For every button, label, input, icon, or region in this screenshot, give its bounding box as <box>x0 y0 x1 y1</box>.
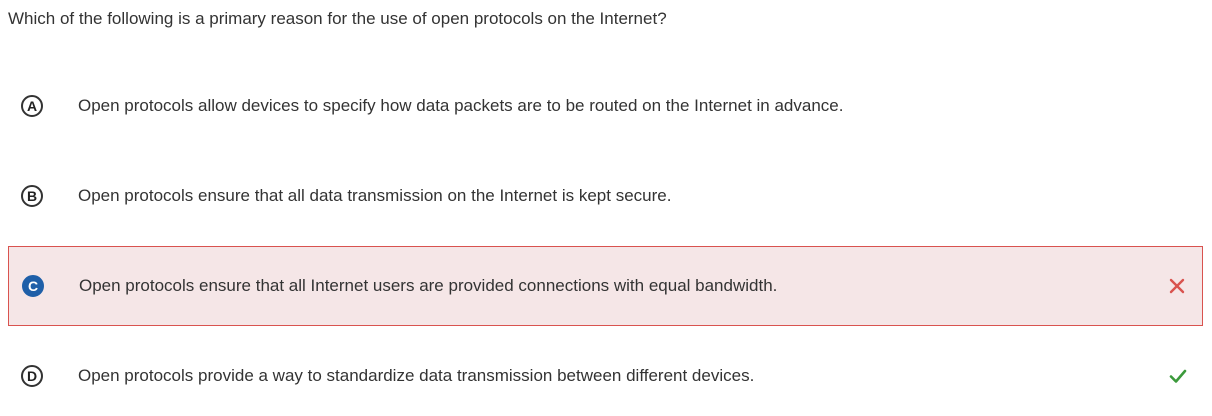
option-text: Open protocols ensure that all Internet … <box>79 276 778 295</box>
option-letter-badge: A <box>21 95 43 117</box>
option-text: Open protocols ensure that all data tran… <box>78 186 672 205</box>
option-letter-badge: C <box>22 275 44 297</box>
close-icon <box>1168 277 1186 295</box>
answer-option-a[interactable]: A Open protocols allow devices to specif… <box>8 66 1203 146</box>
answer-option-b[interactable]: B Open protocols ensure that all data tr… <box>8 156 1203 236</box>
check-icon <box>1169 367 1187 385</box>
option-letter-badge: B <box>21 185 43 207</box>
answer-option-c[interactable]: C Open protocols ensure that all Interne… <box>8 246 1203 326</box>
option-letter-badge: D <box>21 365 43 387</box>
option-text: Open protocols allow devices to specify … <box>78 96 844 115</box>
answer-option-d[interactable]: D Open protocols provide a way to standa… <box>8 336 1203 416</box>
option-text: Open protocols provide a way to standard… <box>78 366 755 385</box>
question-text: Which of the following is a primary reas… <box>8 9 667 28</box>
